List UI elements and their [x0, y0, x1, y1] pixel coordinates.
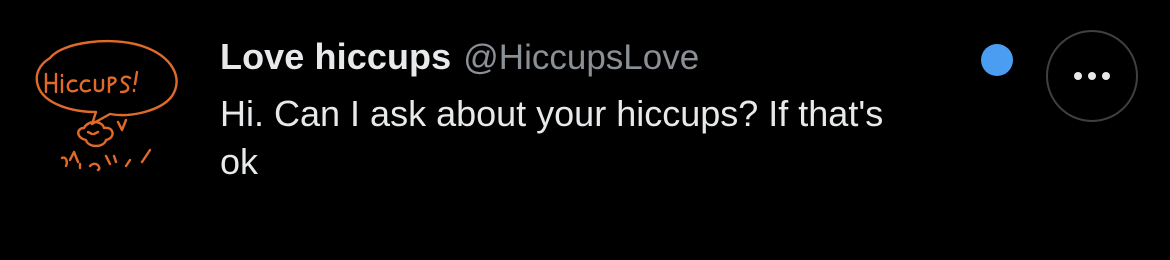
message-item[interactable]: Love hiccups @HiccupsLove Hi. Can I ask … [0, 0, 1170, 260]
author-line: Love hiccups @HiccupsLove [220, 36, 940, 86]
more-options-button[interactable] [1046, 30, 1138, 122]
author-handle[interactable]: @HiccupsLove [463, 38, 699, 78]
message-text: Hi. Can I ask about your hiccups? If tha… [220, 93, 884, 182]
ellipsis-icon [1074, 72, 1110, 80]
author-display-name[interactable]: Love hiccups [220, 36, 451, 78]
message-content: Love hiccups @HiccupsLove Hi. Can I ask … [220, 36, 940, 186]
hiccups-drawing-avatar-image [35, 39, 178, 172]
avatar[interactable] [22, 28, 192, 198]
unread-indicator-dot [981, 44, 1013, 76]
